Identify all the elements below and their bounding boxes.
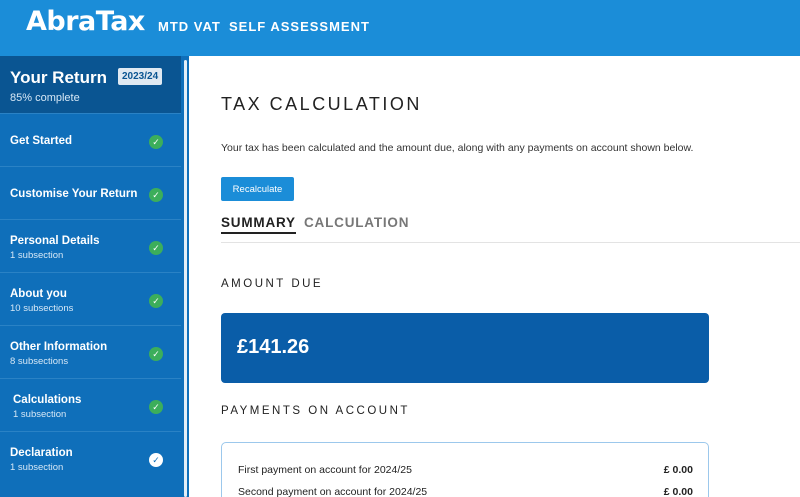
- check-circle-white-icon: ✓: [149, 453, 163, 467]
- nav-self-assessment[interactable]: SELF ASSESSMENT: [229, 19, 370, 34]
- abratax-logo[interactable]: AbraTax™: [26, 0, 152, 37]
- tabs-divider: [221, 242, 800, 243]
- check-circle-icon: ✓: [149, 241, 163, 255]
- sidebar-item-label: Other Information: [10, 341, 108, 353]
- tab-calculation[interactable]: CALCULATION: [304, 215, 409, 230]
- payment-value: £ 0.00: [663, 464, 693, 476]
- sidebar-item-other-information[interactable]: Other Information 8 subsections ✓: [0, 325, 181, 378]
- sidebar-item-about-you[interactable]: About you 10 subsections ✓: [0, 272, 181, 325]
- sidebar-item-label: Personal Details: [10, 235, 100, 247]
- check-circle-icon: ✓: [149, 294, 163, 308]
- check-circle-icon: ✓: [149, 347, 163, 361]
- sidebar-item-label: Get Started: [10, 135, 72, 147]
- sidebar-item-label: Declaration: [10, 447, 73, 459]
- payment-row: First payment on account for 2024/25 £ 0…: [238, 464, 693, 476]
- sidebar-scrollbar-thumb[interactable]: [184, 60, 187, 497]
- sidebar-header: Your Return 2023/24 85% complete: [0, 56, 181, 113]
- sidebar-item-subsections: 1 subsection: [13, 409, 67, 420]
- amount-due-card: £141.26: [221, 313, 709, 383]
- tax-year-badge: 2023/24: [118, 68, 163, 85]
- payment-value: £ 0.00: [663, 486, 693, 497]
- sidebar-item-label: About you: [10, 288, 67, 300]
- page-title: TAX CALCULATION: [221, 94, 422, 114]
- sidebar-item-subsections: 1 subsection: [10, 250, 64, 261]
- recalculate-button[interactable]: Recalculate: [221, 177, 294, 201]
- sidebar-title: Your Return: [10, 68, 107, 87]
- amount-due-value: £141.26: [237, 336, 310, 358]
- sidebar-item-subsections: 8 subsections: [10, 356, 69, 367]
- check-circle-icon: ✓: [149, 188, 163, 202]
- sidebar-item-subsections: 10 subsections: [10, 303, 74, 314]
- payment-label: Second payment on account for 2024/25: [238, 486, 428, 497]
- check-circle-icon: ✓: [149, 400, 163, 414]
- sidebar-item-label: Calculations: [13, 394, 82, 406]
- sidebar-item-label: Customise Your Return: [10, 188, 138, 200]
- sidebar-item-declaration[interactable]: Declaration 1 subsection ✓: [0, 431, 181, 484]
- payment-row: Second payment on account for 2024/25 £ …: [238, 486, 693, 497]
- sidebar-item-get-started[interactable]: Get Started ✓: [0, 113, 181, 166]
- payments-on-account-heading: PAYMENTS ON ACCOUNT: [221, 405, 410, 417]
- progress-text: 85% complete: [10, 92, 80, 104]
- payments-on-account-card: First payment on account for 2024/25 £ 0…: [221, 442, 709, 497]
- top-bar: AbraTax™ MTD VAT SELF ASSESSMENT: [0, 0, 800, 56]
- sidebar-item-calculations[interactable]: Calculations 1 subsection ✓: [0, 378, 181, 431]
- page-description: Your tax has been calculated and the amo…: [221, 142, 694, 154]
- sidebar-item-customise-return[interactable]: Customise Your Return ✓: [0, 166, 181, 219]
- amount-due-heading: AMOUNT DUE: [221, 278, 324, 290]
- trademark-mark: ™: [145, 0, 152, 4]
- check-circle-icon: ✓: [149, 135, 163, 149]
- payment-label: First payment on account for 2024/25: [238, 464, 412, 476]
- nav-mtd-vat[interactable]: MTD VAT: [158, 19, 221, 34]
- sidebar-item-subsections: 1 subsection: [10, 462, 64, 473]
- tab-summary[interactable]: SUMMARY: [221, 215, 296, 234]
- sidebar: Your Return 2023/24 85% complete Get Sta…: [0, 56, 181, 497]
- sidebar-item-personal-details[interactable]: Personal Details 1 subsection ✓: [0, 219, 181, 272]
